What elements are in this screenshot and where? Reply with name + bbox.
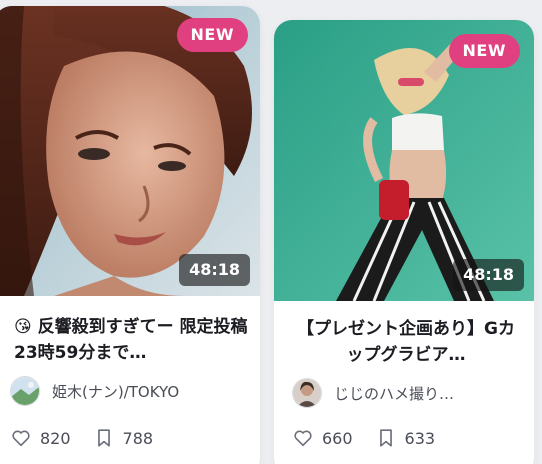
bookmark-button[interactable]: 633 — [375, 427, 436, 449]
new-badge: NEW — [176, 18, 248, 52]
author-row[interactable]: じじのハメ撮り… — [292, 378, 524, 408]
stats-row: 820 788 — [10, 424, 175, 452]
avatar[interactable] — [292, 378, 322, 408]
duration-badge: 48:18 — [453, 259, 524, 291]
like-count: 820 — [40, 428, 71, 448]
video-card[interactable]: NEW 48:18 😘 反響殺到すぎてー 限定投稿 23時59分まで… 姫木(ナ… — [0, 6, 260, 464]
bookmark-button[interactable]: 788 — [93, 427, 154, 449]
bookmark-count: 788 — [122, 428, 154, 448]
author-name[interactable]: じじのハメ撮り… — [334, 383, 454, 404]
bookmark-count: 633 — [404, 428, 436, 448]
stats-row: 660 633 — [292, 424, 457, 452]
author-name[interactable]: 姫木(ナン)/TOKYO — [52, 381, 179, 402]
bookmark-icon — [97, 429, 110, 447]
video-thumbnail[interactable]: NEW 48:18 — [0, 6, 260, 296]
bookmark-icon — [379, 429, 392, 447]
video-thumbnail[interactable]: NEW 48:18 — [274, 20, 534, 301]
heart-icon — [12, 430, 30, 447]
author-row[interactable]: 姫木(ナン)/TOKYO — [10, 376, 250, 406]
video-grid: NEW 48:18 😘 反響殺到すぎてー 限定投稿 23時59分まで… 姫木(ナ… — [0, 0, 542, 464]
avatar-image — [293, 379, 321, 407]
like-button[interactable]: 820 — [10, 427, 71, 449]
like-count: 660 — [322, 428, 353, 448]
heart-icon — [294, 430, 312, 447]
duration-badge: 48:18 — [179, 254, 250, 286]
video-title[interactable]: 【プレゼント企画あり】Gカップグラビア… — [290, 316, 522, 368]
video-title[interactable]: 😘 反響殺到すぎてー 限定投稿 23時59分まで… — [14, 314, 248, 366]
avatar[interactable] — [10, 376, 40, 406]
video-card[interactable]: NEW 48:18 【プレゼント企画あり】Gカップグラビア… じじのハメ撮り… … — [274, 20, 534, 464]
like-button[interactable]: 660 — [292, 427, 353, 449]
avatar-image — [11, 377, 39, 405]
new-badge: NEW — [448, 34, 520, 68]
